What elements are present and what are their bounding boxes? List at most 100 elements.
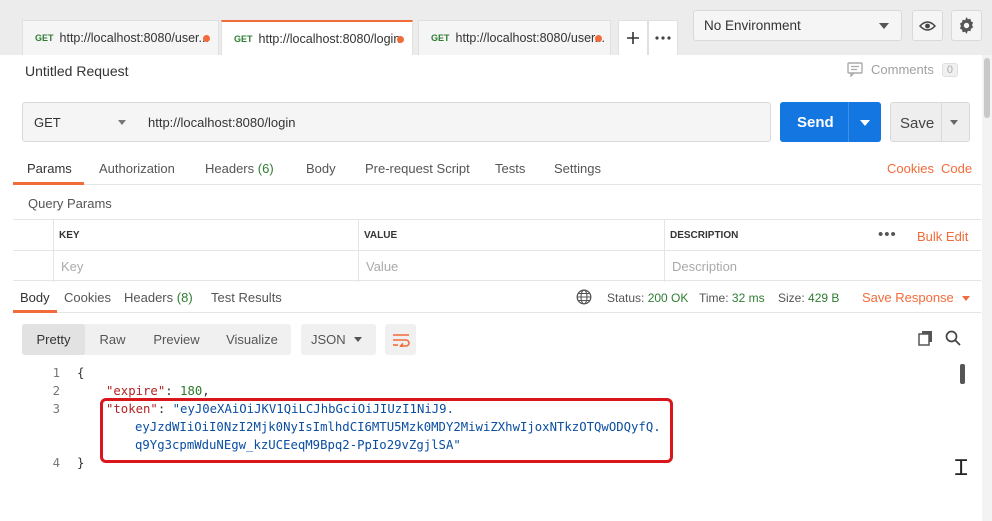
unsaved-dot-icon (397, 36, 404, 43)
format-select[interactable]: JSON (301, 324, 376, 355)
tab-url: http://localhost:8080/user... (455, 31, 605, 45)
comments-count-badge: 0 (941, 62, 958, 77)
view-visualize[interactable]: Visualize (213, 324, 291, 355)
view-pretty[interactable]: Pretty (22, 324, 85, 355)
save-options-chevron-icon[interactable] (950, 120, 958, 125)
copy-icon (918, 331, 932, 346)
active-tab-indicator (13, 182, 84, 185)
line-number: 2 (52, 384, 60, 398)
top-tab-bar: GET http://localhost:8080/user... GET ht… (0, 0, 992, 55)
column-divider (358, 220, 359, 282)
comment-icon (847, 62, 863, 77)
tab-body-label: Body (306, 161, 336, 176)
copy-button[interactable] (918, 330, 933, 349)
tab-url: http://localhost:8080/login (258, 31, 401, 46)
table-options-button[interactable]: ••• (878, 226, 897, 243)
bulk-edit-link[interactable]: Bulk Edit (917, 229, 968, 244)
page-scrollbar-thumb[interactable] (984, 58, 990, 118)
tab-params[interactable]: Params (27, 161, 72, 176)
description-input[interactable]: Description (672, 259, 737, 274)
page-scrollbar[interactable] (982, 55, 992, 521)
tab-headers-count: (6) (257, 161, 274, 176)
url-input[interactable]: http://localhost:8080/login (137, 102, 771, 142)
save-response-button[interactable]: Save Response (862, 290, 970, 305)
send-button[interactable]: Send (780, 102, 881, 142)
column-divider (53, 220, 54, 282)
description-column-header: DESCRIPTION (670, 230, 739, 241)
wrap-lines-button[interactable] (385, 324, 416, 355)
tab-headers-label: Headers (205, 161, 255, 176)
tab-pre-request-script-label: Pre-request Script (365, 161, 470, 176)
text-cursor-icon: Ɪ (955, 456, 968, 481)
send-options-chevron-icon[interactable] (860, 120, 870, 126)
tab-tests[interactable]: Tests (495, 161, 525, 176)
tab-pre-request-script[interactable]: Pre-request Script (365, 161, 470, 176)
status-readout: Status: 200 OK (607, 291, 688, 305)
tab-authorization[interactable]: Authorization (99, 161, 175, 176)
save-button[interactable]: Save (890, 102, 970, 142)
globe-icon[interactable] (576, 289, 592, 308)
tab-params-label: Params (27, 161, 72, 176)
time-readout: Time: 32 ms (699, 291, 765, 305)
key-input[interactable]: Key (61, 259, 83, 274)
response-tab-cookies-label: Cookies (64, 290, 111, 305)
send-button-label: Send (797, 114, 834, 131)
response-headers-count: (8) (176, 290, 193, 305)
view-preview[interactable]: Preview (140, 324, 213, 355)
query-params-table: KEY VALUE DESCRIPTION ••• Bulk Edit Key … (13, 219, 981, 282)
editor-scrollbar[interactable] (960, 364, 965, 384)
response-tab-test-results[interactable]: Test Results (211, 290, 282, 305)
tab-settings-label: Settings (554, 161, 601, 176)
environment-quick-look-button[interactable] (912, 10, 943, 41)
response-tab-cookies[interactable]: Cookies (64, 290, 111, 305)
tab-settings[interactable]: Settings (554, 161, 601, 176)
line-number: 3 (52, 402, 60, 416)
json-number: 180 (180, 384, 203, 398)
view-raw[interactable]: Raw (85, 324, 140, 355)
request-tab-2-active[interactable]: GET http://localhost:8080/login (221, 20, 413, 55)
environment-label: No Environment (704, 18, 801, 33)
tab-method: GET (234, 33, 253, 44)
eye-icon (919, 20, 936, 31)
wrap-lines-icon (392, 333, 410, 347)
response-body-viewer[interactable]: 1 2 3 4 { "expire": 180, "token": "eyJ0e… (22, 362, 972, 521)
tab-url: http://localhost:8080/user... (59, 31, 209, 45)
table-header-row (13, 220, 981, 251)
view-mode-segmented: Pretty Raw Preview Visualize (22, 324, 291, 355)
value-input[interactable]: Value (366, 259, 398, 274)
settings-button[interactable] (951, 10, 982, 41)
response-tab-body[interactable]: Body (20, 290, 50, 305)
json-key: "expire" (106, 384, 166, 398)
unsaved-dot-icon (203, 35, 210, 42)
response-tab-headers-label: Headers (124, 290, 174, 305)
token-highlight-annotation (100, 398, 673, 463)
request-tab-1[interactable]: GET http://localhost:8080/user... (22, 20, 219, 55)
response-tab-body-label: Body (20, 290, 50, 305)
chevron-down-icon (118, 120, 126, 125)
request-title[interactable]: Untitled Request (25, 63, 129, 79)
cookies-link[interactable]: Cookies (887, 161, 934, 176)
code-line-expire: "expire": 180, (106, 384, 210, 398)
response-tab-headers[interactable]: Headers (8) (124, 290, 193, 305)
http-method-select[interactable]: GET (22, 102, 138, 142)
environment-select[interactable]: No Environment (693, 10, 902, 41)
request-tabs: Params Authorization Headers (6) Body Pr… (13, 154, 981, 185)
column-divider (664, 220, 665, 282)
tab-method: GET (431, 33, 450, 43)
unsaved-dot-icon (595, 35, 602, 42)
new-tab-button[interactable] (618, 20, 648, 55)
response-tabs: Body Cookies Headers (8) Test Results St… (13, 282, 981, 313)
gear-icon (959, 17, 974, 34)
code-link[interactable]: Code (941, 161, 972, 176)
plus-icon (627, 32, 639, 44)
tab-headers[interactable]: Headers (6) (205, 161, 274, 176)
tab-body[interactable]: Body (306, 161, 336, 176)
chevron-down-icon (879, 23, 889, 29)
tab-options-button[interactable] (648, 20, 678, 55)
close-brace: } (77, 456, 85, 470)
comments-button[interactable]: Comments 0 (847, 62, 958, 77)
request-tab-3[interactable]: GET http://localhost:8080/user... (418, 20, 611, 55)
status-label: Status: (607, 291, 645, 305)
search-button[interactable] (945, 330, 961, 349)
save-divider (941, 103, 942, 141)
